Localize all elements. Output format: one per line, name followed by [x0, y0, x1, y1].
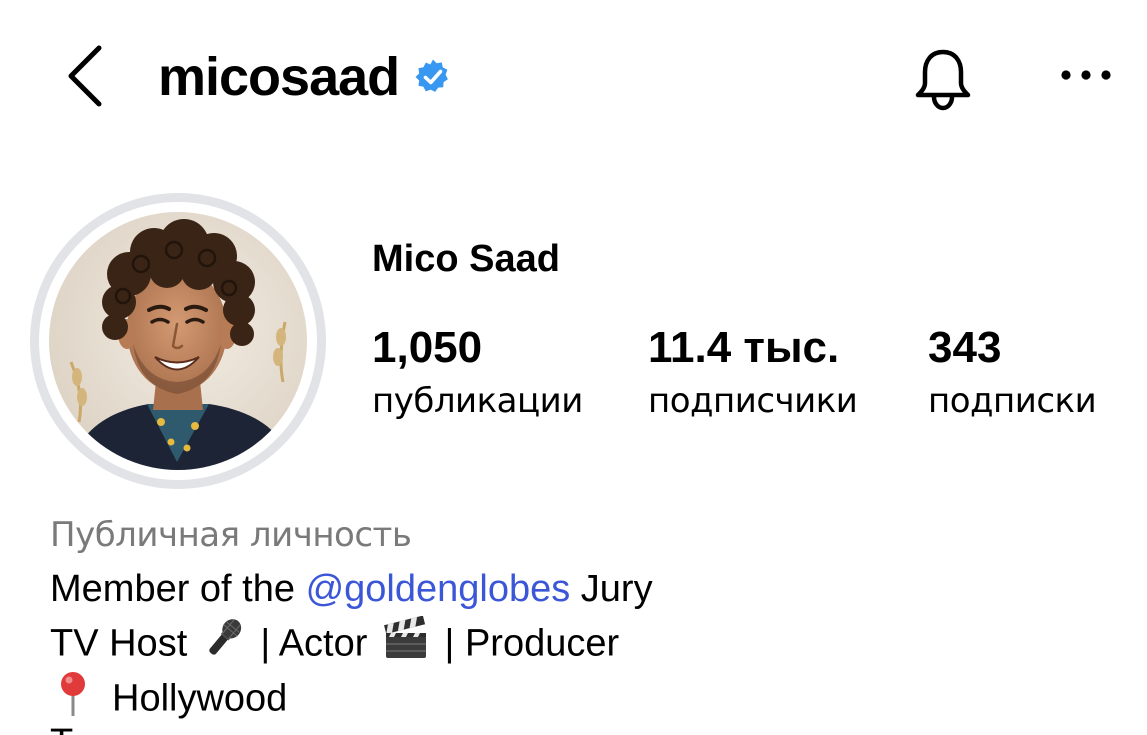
- bio-text: T: [50, 726, 74, 735]
- bio-line-jury: Member of the @goldenglobes Jury: [50, 562, 1130, 616]
- more-options-button[interactable]: [1055, 55, 1117, 95]
- avatar-border: [39, 202, 317, 480]
- bio-text: Member of the: [50, 568, 306, 610]
- bio-text: TV Host: [50, 622, 198, 665]
- display-name: Mico Saad: [372, 238, 560, 280]
- avatar-ring: [30, 193, 326, 489]
- bio-line-cut-off: T: [50, 726, 74, 735]
- posts-count: 1,050: [372, 323, 483, 372]
- posts-label: публикации: [372, 381, 583, 421]
- profile-bio: Публичная личность Member of the @golden…: [50, 508, 1130, 724]
- profile-header: micosaad: [0, 0, 1147, 150]
- followers-count: 11.4 тыс.: [648, 323, 840, 372]
- more-horizontal-icon: [1061, 70, 1111, 80]
- username-title: micosaad: [158, 42, 453, 112]
- posts-stat[interactable]: 1,050 публикации: [372, 322, 583, 424]
- bio-text: Hollywood: [112, 677, 288, 720]
- avatar[interactable]: [49, 212, 307, 470]
- chevron-left-icon: [68, 45, 102, 107]
- bio-text: Jury: [570, 568, 653, 610]
- bio-text: | Actor: [249, 622, 378, 665]
- category-label: Публичная личность: [50, 515, 412, 555]
- followers-label: подписчики: [648, 381, 858, 421]
- following-label: подписки: [928, 381, 1097, 421]
- following-stat[interactable]: 343 подписки: [928, 322, 1097, 424]
- clapper-board-icon: [382, 615, 430, 675]
- followers-stat[interactable]: 11.4 тыс. подписчики: [648, 322, 858, 424]
- verified-badge-icon: [413, 57, 453, 97]
- username: micosaad: [158, 47, 400, 107]
- bio-line-roles: TV Host | Actor | Producer: [50, 615, 1130, 670]
- bio-line-location: Hollywood: [50, 670, 1130, 724]
- mention-link-goldenglobes[interactable]: @goldenglobes: [306, 568, 571, 610]
- bio-text: | Producer: [433, 622, 620, 665]
- back-button[interactable]: [58, 40, 112, 112]
- microphone-icon: [202, 616, 246, 675]
- following-count: 343: [928, 323, 1002, 372]
- bell-icon: [915, 49, 971, 111]
- notifications-button[interactable]: [905, 42, 981, 118]
- profile-photo: [49, 212, 307, 470]
- round-pushpin-icon: [56, 670, 90, 731]
